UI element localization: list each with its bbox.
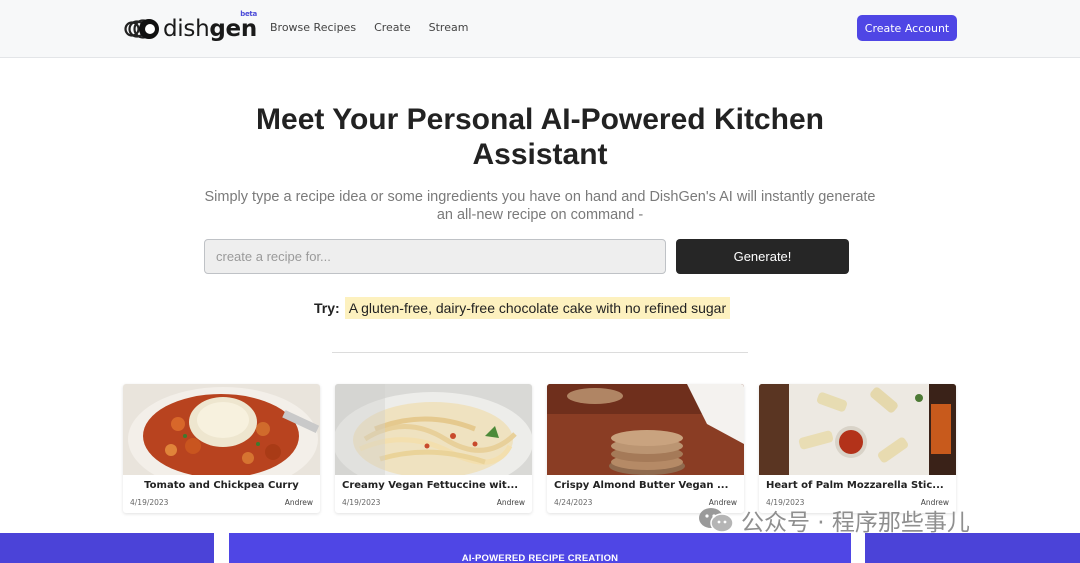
recipe-card[interactable]: Crispy Almond Butter Vegan ... 4/24/2023…: [547, 384, 744, 513]
recipe-image-fettuccine: [335, 384, 532, 475]
recipe-title[interactable]: Creamy Vegan Fettuccine wit...: [342, 480, 525, 491]
nav-browse-recipes[interactable]: Browse Recipes: [270, 21, 356, 34]
beta-badge: beta: [240, 10, 257, 18]
recipe-date: 4/19/2023: [130, 498, 169, 507]
wechat-watermark: 公众号 · 程序那些事儿: [697, 505, 970, 536]
dishgen-logo[interactable]: dishgen beta: [124, 10, 257, 43]
nav-stream[interactable]: Stream: [429, 21, 469, 34]
recipe-card[interactable]: Heart of Palm Mozzarella Stic... 4/19/20…: [759, 384, 956, 513]
recipe-title[interactable]: Heart of Palm Mozzarella Stic...: [766, 480, 949, 491]
watermark-text: 公众号 · 程序那些事儿: [741, 510, 970, 536]
main-nav: Browse Recipes Create Stream: [270, 21, 468, 34]
recipe-title[interactable]: Crispy Almond Butter Vegan ...: [554, 480, 737, 491]
recipe-card[interactable]: Creamy Vegan Fettuccine wit... 4/19/2023…: [335, 384, 532, 513]
try-suggestion-row: Try: A gluten-free, dairy-free chocolate…: [314, 296, 731, 320]
page-subtitle: Simply type a recipe idea or some ingred…: [204, 189, 876, 223]
logo-wordmark: dishgen beta: [163, 10, 257, 42]
generate-button[interactable]: Generate!: [676, 239, 849, 274]
recipe-author: Andrew: [284, 498, 313, 507]
band-notch-left: [214, 533, 229, 563]
logo-rings-icon: [124, 17, 160, 41]
band-notch-right: [851, 533, 865, 563]
recipe-image-curry: [123, 384, 320, 475]
recipe-author: Andrew: [496, 498, 525, 507]
recipe-prompt-input[interactable]: [204, 239, 666, 274]
wechat-icon: [697, 506, 735, 534]
recipe-image-mozzarella-sticks: [759, 384, 956, 475]
recipe-date: 4/24/2023: [554, 498, 593, 507]
try-label: Try:: [314, 300, 340, 316]
recipe-date: 4/19/2023: [342, 498, 381, 507]
page-title: Meet Your Personal AI-Powered Kitchen As…: [256, 103, 824, 171]
recipe-card[interactable]: Tomato and Chickpea Curry 4/19/2023 Andr…: [123, 384, 320, 513]
recipe-image-cookies: [547, 384, 744, 475]
create-account-button[interactable]: Create Account: [857, 15, 957, 41]
nav-create[interactable]: Create: [374, 21, 411, 34]
feature-band-label: AI-POWERED RECIPE CREATION: [461, 553, 619, 563]
try-suggestion-chip[interactable]: A gluten-free, dairy-free chocolate cake…: [344, 297, 731, 319]
recipe-title[interactable]: Tomato and Chickpea Curry: [130, 480, 313, 491]
top-navbar: dishgen beta Browse Recipes Create Stream…: [0, 0, 1080, 58]
section-divider: [332, 352, 748, 353]
